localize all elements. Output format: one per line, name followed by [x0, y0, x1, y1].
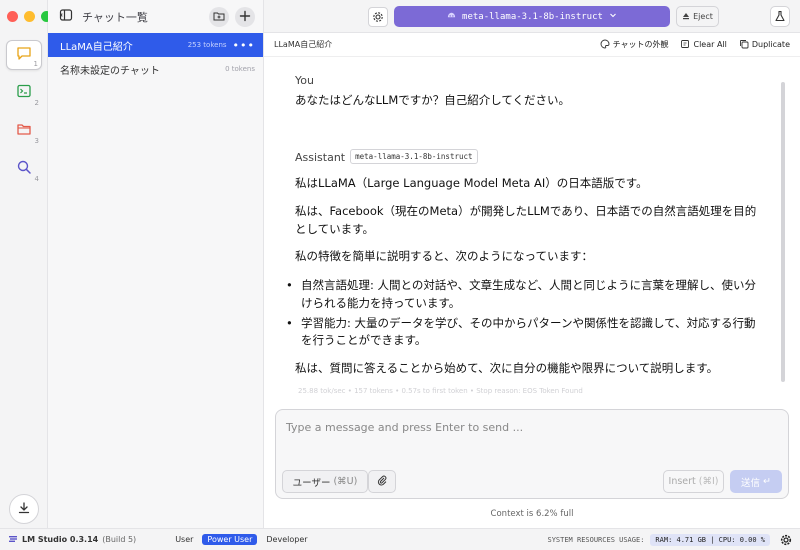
new-folder-button[interactable]	[209, 6, 229, 27]
message-input[interactable]: Type a message and press Enter to send .…	[286, 421, 523, 434]
mode-user[interactable]: User	[170, 534, 198, 545]
duplicate-label: Duplicate	[751, 40, 790, 49]
gear-icon	[372, 8, 384, 27]
gear-icon[interactable]	[780, 534, 792, 546]
chat-list-header: チャット一覧	[48, 0, 263, 33]
app-version: LM Studio 0.3.14	[22, 535, 99, 544]
assistant-paragraph: 私は、質問に答えることから始めて、次に自分の機能や限界について説明します。	[295, 361, 719, 375]
terminal-icon	[16, 83, 32, 103]
insert-shortcut: (⌘I)	[698, 476, 719, 487]
assistant-paragraph: 私は、Facebook（現在のMeta）が開発したLLMであり、日本語での自然言…	[295, 204, 757, 236]
role-toggle-button[interactable]: ユーザー (⌘U)	[282, 470, 368, 493]
role-label: ユーザー	[292, 477, 331, 489]
chat-token-count: 253 tokens	[187, 41, 227, 49]
message-input-box[interactable]: Type a message and press Enter to send .…	[275, 409, 789, 499]
assistant-model-badge: meta-llama-3.1-8b-instruct	[350, 149, 478, 164]
generation-stats: 25.88 tok/sec • 157 tokens • 0.57s to fi…	[298, 387, 583, 395]
plus-icon	[239, 7, 251, 26]
user-message: あなたはどんなLLMですか？自己紹介してください。	[295, 93, 571, 107]
chat-token-count: 0 tokens	[225, 65, 255, 73]
resources-label: SYSTEM RESOURCES USAGE:	[547, 535, 645, 544]
rail-chat-button[interactable]: 1	[6, 40, 42, 70]
clear-all-button[interactable]: Clear All	[680, 39, 727, 51]
rail-models-button[interactable]: 3	[6, 116, 42, 146]
chat-list-panel: チャット一覧 LLaMA自己紹介 253 tokens ••• 名称未設定のチャ…	[48, 0, 264, 528]
rail-number: 3	[34, 137, 39, 145]
rail-developer-button[interactable]: 2	[6, 78, 42, 108]
appearance-label: チャットの外観	[612, 40, 669, 49]
model-icon	[447, 11, 456, 23]
chat-header: LLaMA自己紹介 チャットの外観 Clear All Duplicate	[264, 33, 800, 57]
chat-list-item[interactable]: LLaMA自己紹介 253 tokens •••	[48, 33, 263, 57]
experiments-button[interactable]	[770, 6, 790, 27]
insert-button[interactable]: Insert (⌘I)	[663, 470, 724, 493]
model-name: meta-llama-3.1-8b-instruct	[462, 11, 603, 22]
model-selector[interactable]: meta-llama-3.1-8b-instruct	[394, 6, 670, 27]
message-area[interactable]: You あなたはどんなLLMですか？自己紹介してください。 Assistant m…	[264, 57, 800, 397]
mode-developer[interactable]: Developer	[261, 534, 312, 545]
resource-usage[interactable]: RAM: 4.71 GB | CPU: 0.00 %	[650, 533, 770, 546]
chat-icon	[16, 45, 32, 65]
chat-name: LLaMA自己紹介	[60, 41, 133, 53]
search-icon	[16, 159, 32, 179]
rail-number: 1	[33, 60, 38, 68]
insert-label: Insert	[668, 476, 696, 487]
duplicate-button[interactable]: Duplicate	[739, 39, 790, 51]
scrollbar[interactable]	[781, 82, 785, 382]
model-settings-button[interactable]	[368, 7, 388, 27]
send-button[interactable]: 送信 ↵	[730, 470, 782, 493]
close-window-button[interactable]	[7, 11, 18, 22]
new-chat-button[interactable]	[235, 6, 255, 27]
assistant-role-label: Assistant	[295, 151, 346, 164]
sidebar-toggle-icon	[59, 7, 73, 26]
download-icon	[17, 500, 31, 519]
clear-icon	[680, 39, 690, 51]
attach-button[interactable]	[368, 470, 396, 493]
chat-list-item[interactable]: 名称未設定のチャット 0 tokens	[48, 57, 263, 81]
window-controls	[7, 11, 52, 22]
status-bar: LM Studio 0.3.14 (Build 5) User Power Us…	[0, 528, 800, 550]
context-usage: Context is 6.2% full	[490, 509, 574, 519]
duplicate-icon	[739, 39, 749, 51]
rail-search-button[interactable]: 4	[6, 154, 42, 184]
chat-title: LLaMA自己紹介	[274, 40, 333, 49]
chat-list-title: チャット一覧	[82, 10, 148, 24]
rail-number: 4	[34, 175, 39, 183]
minimize-window-button[interactable]	[24, 11, 35, 22]
more-options-icon[interactable]: •••	[233, 39, 255, 52]
mode-power-user[interactable]: Power User	[202, 534, 258, 545]
folder-icon	[16, 121, 32, 141]
send-label: 送信	[741, 477, 761, 489]
flask-icon	[774, 7, 786, 26]
clear-all-label: Clear All	[693, 40, 727, 49]
eject-label: Eject	[693, 12, 713, 21]
toggle-sidebar-button[interactable]	[56, 7, 76, 27]
app-logo-icon	[8, 534, 18, 546]
app-build: (Build 5)	[102, 535, 137, 544]
mode-switcher: User Power User Developer	[166, 534, 312, 545]
list-item: 自然言語処理: 人間との対話や、文章生成など、人間と同じように言葉を理解し、使い…	[271, 277, 756, 313]
assistant-paragraph: 私の特徴を簡単に説明すると、次のようになっています：	[295, 249, 593, 263]
left-rail: 1 2 3 4	[0, 0, 52, 528]
user-role-label: You	[295, 74, 314, 87]
assistant-list: 自然言語処理: 人間との対話や、文章生成など、人間と同じように言葉を理解し、使い…	[271, 277, 756, 350]
eject-button[interactable]: Eject	[676, 6, 719, 27]
paperclip-icon	[376, 474, 388, 489]
assistant-header: Assistant meta-llama-3.1-8b-instruct	[295, 146, 478, 165]
assistant-paragraph: 私はLLaMA（Large Language Model Meta AI）の日本…	[295, 176, 648, 190]
palette-icon	[600, 39, 610, 51]
chevron-down-icon	[609, 11, 617, 22]
folder-plus-icon	[213, 7, 225, 26]
top-bar: meta-llama-3.1-8b-instruct Eject	[264, 0, 800, 33]
chat-name: 名称未設定のチャット	[60, 65, 160, 77]
list-item: 学習能力: 大量のデータを学び、その中からパターンや関係性を認識して、対応する行…	[271, 315, 756, 351]
rail-number: 2	[34, 99, 39, 107]
role-shortcut: (⌘U)	[333, 476, 358, 487]
appearance-button[interactable]: チャットの外観	[600, 39, 669, 51]
return-icon: ↵	[763, 476, 771, 487]
eject-icon	[682, 12, 690, 22]
download-button[interactable]	[9, 494, 39, 524]
